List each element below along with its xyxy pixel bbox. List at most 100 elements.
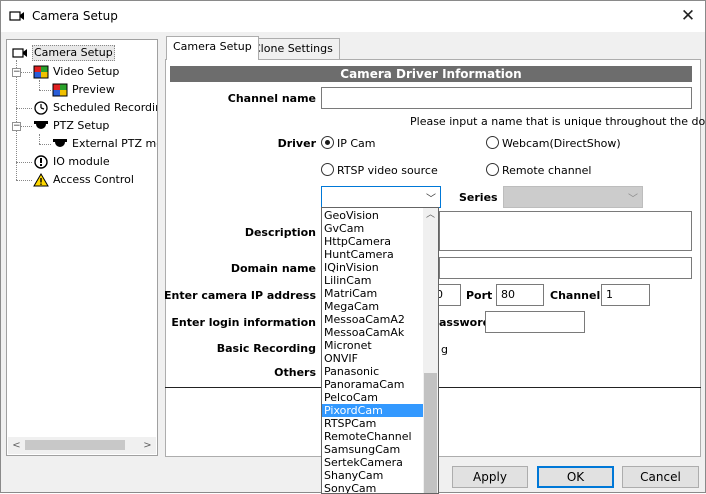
tree-connector (39, 144, 51, 145)
tree-connector (16, 180, 32, 181)
driver-option-label: Webcam(DirectShow) (502, 137, 621, 150)
scroll-left-icon[interactable]: < (8, 437, 25, 454)
dropdown-option[interactable]: Micronet (322, 339, 424, 352)
video-grid-icon (33, 65, 49, 79)
ip-address-label: Enter camera IP address (164, 289, 316, 302)
tree-connector (39, 134, 40, 144)
dropdown-option[interactable]: MatriCam (322, 287, 424, 300)
tree-connector (39, 90, 51, 91)
title-bar[interactable]: Camera Setup ✕ (1, 1, 705, 32)
scroll-thumb[interactable] (424, 373, 437, 493)
dome-camera-icon (53, 139, 67, 147)
tree-connector (16, 162, 32, 163)
window-title: Camera Setup (32, 9, 118, 23)
tab-camera-setup[interactable]: Camera Setup (166, 36, 259, 60)
chevron-down-icon: ﹀ (628, 194, 638, 205)
scroll-right-icon[interactable]: > (139, 437, 156, 454)
chevron-down-icon: ﹀ (426, 194, 436, 205)
driver-webcam-radio[interactable] (486, 136, 499, 149)
dropdown-option[interactable]: PelcoCam (322, 391, 424, 404)
dropdown-option[interactable]: IQinVision (322, 261, 424, 274)
dropdown-option[interactable]: HuntCamera (322, 248, 424, 261)
dropdown-option[interactable]: MegaCam (322, 300, 424, 313)
tree-item-label: Camera Setup (32, 45, 115, 61)
close-icon[interactable]: ✕ (673, 2, 703, 30)
dropdown-option[interactable]: GvCam (322, 222, 424, 235)
dropdown-option[interactable]: SamsungCam (322, 443, 424, 456)
apply-button[interactable]: Apply (452, 466, 528, 488)
dropdown-option[interactable]: LilinCam (322, 274, 424, 287)
dropdown-vertical-scrollbar[interactable]: ︿ (423, 208, 438, 493)
driver-rtsp-radio[interactable] (321, 163, 334, 176)
dropdown-option[interactable]: ONVIF (322, 352, 424, 365)
driver-ipcam-radio[interactable] (321, 136, 334, 149)
domain-name-label: Domain name (230, 262, 316, 275)
tree-item-label: IO module (53, 155, 110, 168)
dropdown-option[interactable]: GeoVision (322, 209, 424, 222)
tree-item-label: External PTZ mod (72, 137, 157, 150)
dropdown-option[interactable]: Panasonic (322, 365, 424, 378)
tree-item-label: Preview (72, 83, 115, 96)
dropdown-items: GeoVision GvCam HttpCamera HuntCamera IQinVi… (322, 209, 424, 493)
collapse-ptz-setup-icon[interactable]: − (12, 122, 21, 131)
tree-item-label: PTZ Setup (53, 119, 110, 132)
channel-name-input[interactable] (321, 87, 692, 109)
port-label: Port (466, 289, 493, 302)
dropdown-option[interactable]: ShanyCam (322, 469, 424, 482)
tree-item-label: Scheduled Recording (53, 101, 158, 114)
tree-item-label: Access Control (53, 173, 134, 186)
dropdown-option[interactable]: RTSPCam (322, 417, 424, 430)
driver-label: Driver (277, 137, 316, 150)
port-input[interactable]: 80 (496, 284, 544, 306)
preview-grid-icon (52, 83, 68, 97)
collapse-video-setup-icon[interactable]: − (12, 68, 21, 77)
settings-tree[interactable]: − − Camera Setup Video Setup Preview Sch… (6, 39, 158, 456)
driver-model-select[interactable]: ﹀ (321, 186, 441, 208)
dropdown-option[interactable]: HttpCamera (322, 235, 424, 248)
dropdown-option[interactable]: SertekCamera (322, 456, 424, 469)
dropdown-option[interactable]: MessoaCamAk (322, 326, 424, 339)
password-label: assword (439, 316, 491, 329)
scroll-up-icon[interactable]: ︿ (423, 208, 438, 223)
camera-icon (9, 11, 24, 21)
series-label: Series (459, 191, 498, 204)
warning-icon (33, 173, 49, 187)
domain-name-input[interactable] (439, 257, 692, 279)
camera-icon (12, 48, 27, 58)
cancel-button[interactable]: Cancel (622, 466, 699, 488)
channel-name-label: Channel name (227, 92, 316, 105)
channel-input[interactable]: 1 (601, 284, 650, 306)
driver-model-dropdown-list[interactable]: GeoVision GvCam HttpCamera HuntCamera IQinVi… (321, 207, 439, 494)
scroll-thumb[interactable] (25, 440, 125, 450)
basic-recording-label: Basic Recording (216, 342, 316, 355)
series-select[interactable]: ﹀ (503, 186, 643, 208)
dropdown-option[interactable]: PixordCam (322, 404, 424, 417)
tree-connector (16, 108, 32, 109)
dropdown-option[interactable]: MessoaCamA2 (322, 313, 424, 326)
tab-clone-settings[interactable]: Clone Settings (246, 38, 340, 60)
driver-remote-radio[interactable] (486, 163, 499, 176)
driver-option-label: Remote channel (502, 164, 592, 177)
channel-name-hint: Please input a name that is unique throu… (410, 115, 706, 128)
others-label: Others (274, 366, 316, 379)
channel-label: Channel (550, 289, 601, 302)
driver-option-label: RTSP video source (337, 164, 438, 177)
tree-item-label: Video Setup (53, 65, 120, 78)
password-input[interactable] (485, 311, 585, 333)
section-title: Camera Driver Information (170, 66, 692, 82)
clock-icon (34, 101, 48, 115)
camera-setup-window: Camera Setup ✕ − − Camera Setup Video Se… (0, 0, 706, 494)
ok-button[interactable]: OK (537, 466, 614, 488)
tree-horizontal-scrollbar[interactable]: < > (8, 437, 156, 454)
description-input[interactable] (439, 211, 692, 251)
dropdown-option[interactable]: PanoramaCam (322, 378, 424, 391)
basic-recording-text: g (441, 343, 448, 356)
tree-connector (39, 80, 40, 90)
dropdown-option[interactable]: SonyCam (322, 482, 424, 493)
login-label: Enter login information (171, 316, 316, 329)
description-label: Description (244, 226, 316, 239)
driver-option-label: IP Cam (337, 137, 376, 150)
dome-camera-icon (34, 121, 48, 129)
io-alert-icon (34, 155, 48, 169)
dropdown-option[interactable]: RemoteChannel (322, 430, 424, 443)
